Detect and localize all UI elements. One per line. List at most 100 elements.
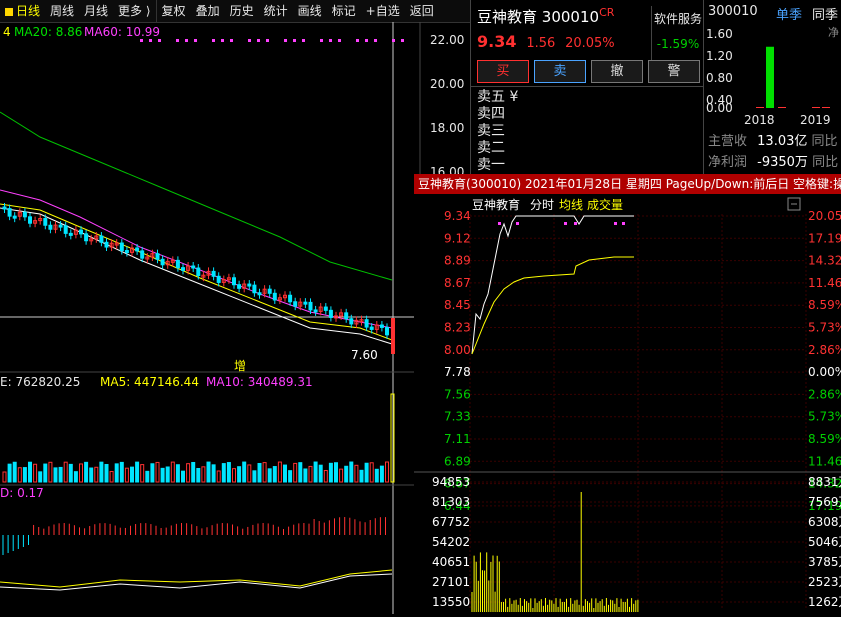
toolbar-more[interactable]: 更多 ⟩	[113, 0, 156, 22]
volume-bar	[170, 461, 175, 483]
candle-body	[272, 292, 277, 301]
intraday-pct-label: 8.59%	[808, 298, 841, 312]
signal-dot	[498, 222, 501, 225]
volume-bar	[145, 470, 150, 483]
volume-bar	[135, 461, 140, 483]
volume-bar	[181, 470, 185, 483]
toolbar-back[interactable]: 返回	[405, 0, 439, 22]
volume-legend: E: 762820.25	[0, 375, 80, 389]
intraday-pct-label: 5.73%	[808, 321, 841, 335]
intraday-pct-label: 20.05%	[808, 209, 841, 223]
service-label[interactable]: 软件服务	[652, 10, 704, 27]
candle-body	[288, 294, 293, 303]
signal-dot	[140, 39, 143, 42]
candle-body	[323, 306, 328, 311]
signal-dot	[365, 39, 368, 42]
kline-chart[interactable]: 4 MA20: 8.86 MA60: 10.99 22.00 20.00 18.…	[0, 22, 470, 614]
toolbar-stats[interactable]: 统计	[259, 0, 293, 22]
candle-body	[12, 215, 17, 219]
volume-bar	[38, 471, 43, 483]
ask-level-5: 卖五 ¥	[477, 89, 519, 105]
ask-level-2: 卖二	[477, 140, 505, 156]
volume-bar	[216, 470, 221, 483]
toolbar-overlay[interactable]: 叠加	[191, 0, 225, 22]
volume-bar	[339, 468, 344, 483]
toolbar-daily[interactable]: 日线	[0, 0, 45, 22]
intraday-window: 9.34 20.05% 9.12 17.19% 8.89 14.32% 8.67 11.46%…	[414, 194, 841, 614]
toolbar-add-watch[interactable]: +自选	[361, 0, 405, 22]
candle-body	[68, 232, 73, 236]
intraday-volume-label: 13550	[432, 595, 470, 609]
intraday-chart[interactable]: 9.34 20.05% 9.12 17.19% 8.89 14.32% 8.67 11.46%…	[414, 194, 841, 614]
toolbar-adjust[interactable]: 复权	[155, 0, 191, 22]
sector-change: -1.59%	[656, 37, 700, 51]
tab-average[interactable]: 均线	[559, 198, 583, 212]
volume-bar	[2, 471, 7, 483]
finance-bars: 1.60 1.20 0.80 0.40 0.00 2018 2019	[706, 27, 831, 126]
ma20-legend: MA20: 8.86	[14, 25, 82, 39]
volume-bar	[22, 467, 27, 483]
tab-minute[interactable]: 分时	[530, 198, 554, 212]
candle-body	[58, 224, 63, 228]
service-box: 软件服务 -1.59%	[651, 6, 704, 60]
volume-bar	[293, 462, 298, 483]
signal-dot	[230, 39, 233, 42]
toolbar-draw[interactable]: 画线	[293, 0, 327, 22]
volume-bar	[17, 467, 22, 483]
volume-bar	[175, 464, 180, 483]
intraday-price-label: 8.89	[444, 254, 471, 268]
limit-up-candle	[391, 318, 395, 354]
price-label-1: 20.00	[430, 77, 464, 91]
candle-body	[140, 250, 145, 259]
signal-dot	[329, 39, 332, 42]
intraday-volume-label: 81303	[432, 495, 470, 509]
volume-bar	[211, 464, 216, 483]
intraday-pct-label: 11.46%	[808, 276, 841, 290]
dea-line	[0, 569, 393, 588]
signal-dot	[356, 39, 359, 42]
intraday-volume-label: 67752	[432, 515, 470, 529]
finance-bar	[756, 107, 764, 108]
candle-body	[124, 250, 129, 254]
volume-bar	[283, 464, 287, 483]
cancel-order-button[interactable]: 撤	[591, 60, 643, 83]
candle-body	[22, 211, 27, 218]
intraday-price-label: 9.34	[444, 209, 471, 223]
price-label-0: 22.00	[430, 33, 464, 47]
signal-dot	[622, 222, 625, 225]
revenue-label: 主营收	[708, 134, 748, 149]
candle-body	[135, 247, 140, 252]
volume-bar	[221, 463, 226, 483]
candle-body	[63, 225, 68, 234]
toolbar-mark[interactable]: 标记	[327, 0, 361, 22]
volume-bar	[28, 461, 32, 483]
intraday-price-label: 7.56	[444, 387, 471, 401]
price-change: 1.56	[526, 36, 556, 51]
intraday-pct-label: 0.00%	[808, 365, 841, 379]
finance-bar	[778, 107, 786, 108]
intraday-title-bar[interactable]: 豆神教育(300010) 2021年01月28日 星期四 PageUp/Down…	[414, 174, 841, 194]
thumb-y-4: 0.00	[706, 101, 733, 115]
volume-bar	[119, 461, 124, 483]
candle-body	[196, 267, 201, 276]
macd-legend: D: 0.17	[0, 486, 44, 500]
signal-dot	[564, 222, 567, 225]
intraday-price-label: 7.78	[444, 365, 471, 379]
profit-value: -9350万	[757, 155, 808, 170]
toolbar-history[interactable]: 历史	[225, 0, 259, 22]
sell-button[interactable]: 卖	[534, 60, 586, 83]
toolbar-weekly[interactable]: 周线	[45, 0, 79, 22]
toolbar-monthly[interactable]: 月线	[79, 0, 113, 22]
alert-button[interactable]: 警	[648, 60, 700, 83]
buy-button[interactable]: 买	[477, 60, 529, 83]
tab-volume[interactable]: 成交量	[587, 197, 623, 212]
finance-thumbnail: 300010 单季 同季 净 1.60 1.20 0.80 0.40 0.00 …	[703, 0, 841, 175]
profit-label: 净利润	[708, 155, 748, 170]
volume-bar	[63, 461, 68, 483]
volume-bar	[303, 468, 308, 483]
intraday-volume-amount-label: 8831万	[808, 475, 841, 489]
signal-dot	[293, 39, 296, 42]
thumb-y-0: 1.60	[706, 27, 733, 41]
signal-dot	[374, 39, 377, 42]
revenue-value: 13.03亿	[757, 134, 808, 149]
